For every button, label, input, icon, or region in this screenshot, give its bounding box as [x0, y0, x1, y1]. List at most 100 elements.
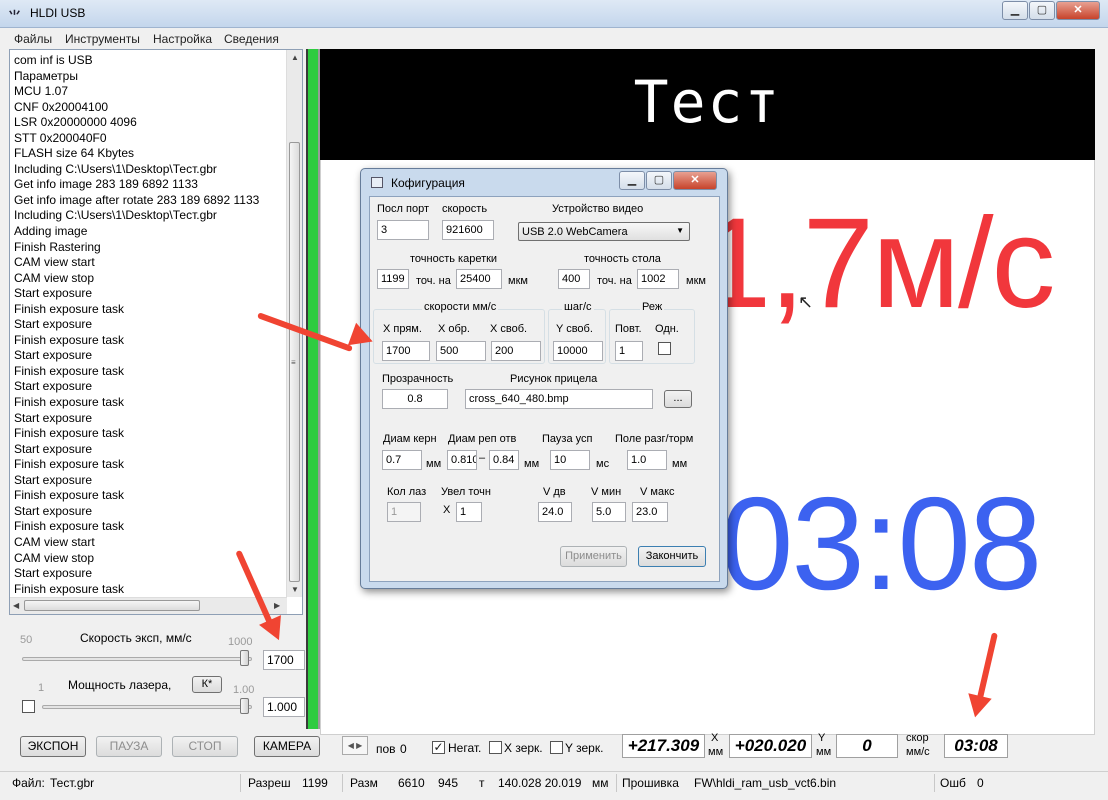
- pause-unit-label: мс: [596, 458, 610, 470]
- log-line: Finish exposure task: [14, 457, 125, 472]
- log-line: CAM view start: [14, 534, 95, 549]
- hole-unit-label: мм: [524, 458, 540, 470]
- zoom-input[interactable]: 1: [456, 502, 482, 522]
- carriage-on-label: точ. на: [416, 275, 451, 287]
- maximize-button[interactable]: ▢: [1029, 1, 1055, 20]
- scroll-left-icon[interactable]: ◀: [13, 601, 19, 610]
- speed-slider-track[interactable]: [22, 657, 252, 661]
- laser-count-input: 1: [387, 502, 421, 522]
- log-line: Get info image 283 189 6892 1133: [14, 177, 198, 192]
- laser-count-label: Кол лаз: [387, 486, 427, 498]
- table-steps-input[interactable]: 400: [558, 269, 590, 289]
- pause-label: Пауза усп: [542, 433, 593, 445]
- menu-tools[interactable]: Инструменты: [65, 32, 140, 46]
- hole-b-input[interactable]: 0.84: [489, 450, 519, 470]
- core-unit-label: мм: [426, 458, 442, 470]
- log-line: Including C:\Users\1\Desktop\Тест.gbr: [14, 161, 217, 176]
- port-input[interactable]: 3: [377, 220, 429, 240]
- log-horizontal-scrollbar[interactable]: ◀ ▶: [10, 597, 287, 614]
- negative-checkbox[interactable]: [432, 741, 445, 754]
- dialog-body: Посл порт 3 скорость 921600 Устройство в…: [369, 196, 720, 582]
- core-input[interactable]: 0.7: [382, 450, 422, 470]
- menu-files[interactable]: Файлы: [14, 32, 52, 46]
- carriage-steps-input[interactable]: 1199: [377, 269, 409, 289]
- apply-button[interactable]: Применить: [560, 546, 627, 567]
- transparency-input[interactable]: 0.8: [382, 389, 448, 409]
- accel-input[interactable]: 1.0: [627, 450, 667, 470]
- dialog-title: Кофигурация: [391, 176, 465, 190]
- table-um-input[interactable]: 1002: [637, 269, 679, 289]
- browse-button[interactable]: ...: [664, 390, 692, 408]
- close-button[interactable]: ✕: [1056, 1, 1100, 20]
- log-line: Start exposure: [14, 410, 93, 425]
- dims-unit: мм: [592, 776, 609, 790]
- minimize-button[interactable]: ▁: [1002, 1, 1028, 20]
- status-divider: [342, 774, 343, 792]
- progress-bar: [306, 49, 320, 729]
- title-bar[interactable]: [0, 0, 1108, 28]
- y-mirror-checkbox[interactable]: [550, 741, 563, 754]
- single-checkbox[interactable]: [658, 342, 671, 355]
- log-panel[interactable]: com inf is USB Параметры MCU 1.07 CNF 0x200…: [9, 49, 303, 615]
- table-unit-label: мкм: [686, 275, 706, 287]
- menu-settings[interactable]: Настройка: [153, 32, 212, 46]
- x-fwd-input[interactable]: 1700: [382, 341, 430, 361]
- baud-label: скорость: [442, 203, 488, 215]
- dialog-maximize-button[interactable]: ▢: [646, 171, 672, 190]
- laser-slider-track[interactable]: [42, 705, 252, 709]
- status-divider: [934, 774, 935, 792]
- stop-button[interactable]: СТОП: [172, 736, 238, 757]
- x-free-input[interactable]: 200: [491, 341, 541, 361]
- mouse-cursor-icon: ↖: [798, 292, 814, 312]
- vmax-label: V макс: [640, 486, 675, 498]
- scroll-down-icon[interactable]: ▼: [291, 585, 299, 594]
- grip-icon: ≡: [291, 358, 296, 367]
- y-free-label: Y своб.: [556, 323, 593, 335]
- t-label: т: [479, 776, 485, 790]
- baud-input[interactable]: 921600: [442, 220, 494, 240]
- laser-enable-checkbox[interactable]: [22, 700, 35, 713]
- finish-button[interactable]: Закончить: [638, 546, 706, 567]
- laser-k-button[interactable]: К*: [192, 676, 222, 693]
- log-line: FLASH size 64 Kbytes: [14, 146, 135, 161]
- laser-slider-thumb[interactable]: [240, 698, 249, 714]
- y-free-input[interactable]: 10000: [553, 341, 603, 361]
- menu-about[interactable]: Сведения: [224, 32, 279, 46]
- pause-button[interactable]: ПАУЗА: [96, 736, 162, 757]
- size-label: Разм: [350, 776, 378, 790]
- scroll-up-icon[interactable]: ▲: [291, 53, 299, 62]
- vmax-input[interactable]: 23.0: [632, 502, 668, 522]
- log-line: Finish exposure task: [14, 581, 125, 596]
- repeat-input[interactable]: 1: [615, 341, 643, 361]
- log-line: Start exposure: [14, 379, 93, 394]
- log-list: com inf is USB Параметры MCU 1.07 CNF 0x200…: [14, 53, 259, 597]
- x-fwd-label: X прям.: [383, 323, 422, 335]
- speed-min-label: 50: [20, 634, 33, 646]
- expose-button[interactable]: ЭКСПОН: [20, 736, 86, 757]
- position-spinner[interactable]: ◀ ▶: [342, 736, 368, 755]
- dialog-minimize-button[interactable]: ▁: [619, 171, 645, 190]
- camera-button[interactable]: КАМЕРА: [254, 736, 320, 757]
- pause-input[interactable]: 10: [550, 450, 590, 470]
- vdv-input[interactable]: 24.0: [538, 502, 572, 522]
- speed-slider-thumb[interactable]: [240, 650, 249, 666]
- crosshair-input[interactable]: cross_640_480.bmp: [465, 389, 653, 409]
- mode-group-label: Реж: [640, 301, 665, 313]
- scroll-right-icon[interactable]: ▶: [274, 601, 280, 610]
- laser-input[interactable]: 1.000: [263, 697, 305, 717]
- vmin-input[interactable]: 5.0: [592, 502, 626, 522]
- x-axis-label: X: [711, 732, 719, 744]
- firmware-value: FW\hldi_ram_usb_vct6.bin: [694, 776, 837, 790]
- dialog-close-button[interactable]: ✕: [673, 171, 717, 190]
- video-select[interactable]: USB 2.0 WebCamera ▼: [518, 222, 690, 241]
- x-mirror-checkbox[interactable]: [489, 741, 502, 754]
- speed-readout-unit: мм/с: [906, 746, 930, 758]
- log-line: Finish Rastering: [14, 239, 101, 254]
- speed-input[interactable]: 1700: [263, 650, 305, 670]
- error-label: Ошб: [940, 776, 966, 790]
- x-back-input[interactable]: 500: [436, 341, 486, 361]
- scrollbar-thumb[interactable]: [24, 600, 200, 611]
- log-line: Get info image after rotate 283 189 6892…: [14, 192, 260, 207]
- carriage-um-input[interactable]: 25400: [456, 269, 502, 289]
- hole-a-input[interactable]: 0.810: [447, 450, 477, 470]
